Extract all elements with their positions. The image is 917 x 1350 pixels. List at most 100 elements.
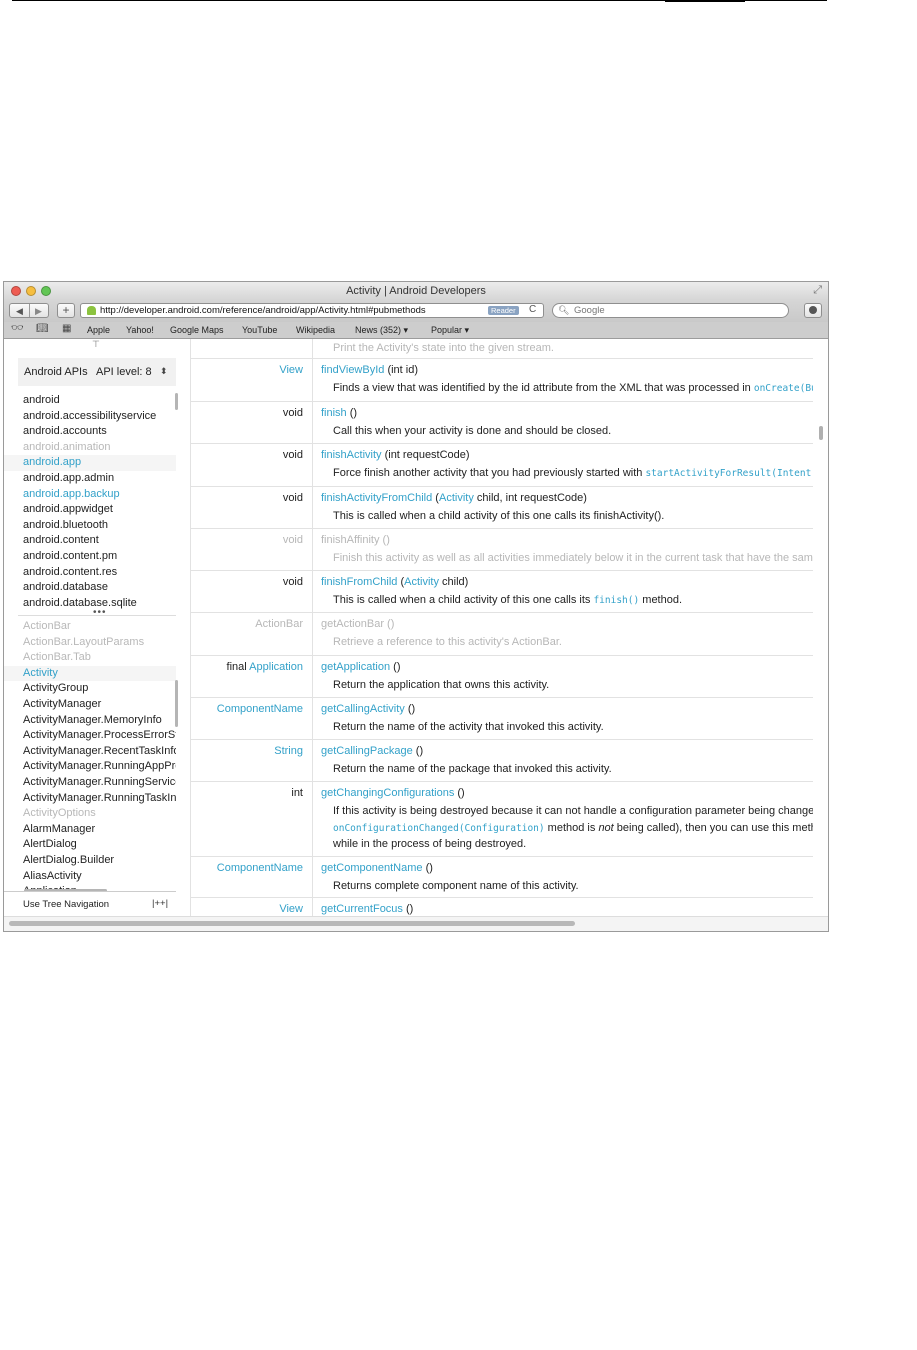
- class-list-item[interactable]: AlarmManager: [4, 822, 176, 838]
- column-divider: [312, 359, 313, 401]
- downloads-button[interactable]: [804, 303, 822, 318]
- doc-link[interactable]: Activity: [439, 492, 474, 504]
- method-description: This is called when a child activity of …: [333, 594, 682, 606]
- package-list-item[interactable]: android.database.sqlite: [4, 596, 176, 611]
- doc-link[interactable]: Application: [249, 661, 303, 673]
- column-divider: [312, 571, 313, 612]
- class-list-scrollbar[interactable]: [175, 680, 178, 727]
- class-list-item[interactable]: ActivityManager: [4, 697, 176, 713]
- doc-text: (): [379, 534, 390, 546]
- doc-link[interactable]: Activity: [404, 576, 439, 588]
- bookmark-item[interactable]: Yahoo!: [126, 325, 154, 335]
- doc-link[interactable]: getActionBar: [321, 618, 384, 630]
- package-list-item[interactable]: android.app.backup: [4, 487, 176, 503]
- doc-link[interactable]: getComponentName: [321, 862, 423, 874]
- method-row: void finishFromChild (Activity child) This…: [191, 571, 813, 613]
- doc-link[interactable]: ActionBar: [255, 618, 303, 630]
- url-text[interactable]: http://developer.android.com/reference/a…: [100, 305, 460, 316]
- doc-link[interactable]: onCreate(Bundle): [754, 383, 813, 394]
- android-favicon-icon: [87, 306, 96, 315]
- doc-link[interactable]: String: [274, 745, 303, 757]
- package-list-item[interactable]: android.app.admin: [4, 471, 176, 487]
- bookmark-item[interactable]: Google Maps: [170, 325, 224, 335]
- doc-link[interactable]: finish(): [593, 595, 639, 606]
- updown-arrows-icon[interactable]: ⬍: [160, 366, 168, 377]
- expand-sidebar-toggle[interactable]: |++|: [152, 898, 168, 909]
- resize-handle-icon[interactable]: ⊤: [92, 339, 100, 350]
- top-sites-grid-icon[interactable]: ▦: [62, 323, 71, 334]
- content-scrollbar[interactable]: [819, 426, 823, 440]
- bookmarks-book-icon[interactable]: 📖︎: [36, 323, 49, 334]
- doc-link[interactable]: finishActivityFromChild: [321, 492, 432, 504]
- method-description: Finds a view that was identified by the …: [333, 382, 813, 394]
- bookmark-item[interactable]: YouTube: [242, 325, 277, 335]
- method-row: int getChangingConfigurations () If this a…: [191, 782, 813, 857]
- package-list-item[interactable]: android.app: [4, 455, 176, 471]
- class-list-item[interactable]: ActivityManager.MemoryInfo: [4, 713, 176, 729]
- package-list-item[interactable]: android.animation: [4, 440, 176, 456]
- bookmark-item[interactable]: News (352) ▾: [355, 325, 408, 336]
- class-list-item[interactable]: ActivityManager.RunningAppProcessInfo: [4, 759, 176, 775]
- doc-link[interactable]: getChangingConfigurations: [321, 787, 454, 799]
- class-list-item[interactable]: ActivityManager.RecentTaskInfo: [4, 744, 176, 760]
- bookmark-item[interactable]: Popular ▾: [431, 325, 469, 336]
- reload-icon[interactable]: C: [529, 304, 536, 315]
- class-list-item[interactable]: ActivityManager.RunningServiceInfo: [4, 775, 176, 791]
- bookmark-item[interactable]: Wikipedia: [296, 325, 335, 335]
- api-level-value[interactable]: API level: 8: [96, 366, 152, 378]
- add-bookmark-button[interactable]: +: [57, 303, 75, 318]
- class-list-item[interactable]: ActivityManager.RunningTaskInfo: [4, 791, 176, 807]
- search-field[interactable]: 🔍︎ Google: [552, 303, 789, 318]
- package-list-item[interactable]: android.appwidget: [4, 502, 176, 518]
- doc-text: (): [454, 787, 465, 799]
- package-list-scrollbar[interactable]: [175, 393, 178, 410]
- class-list-item[interactable]: AlertDialog: [4, 837, 176, 853]
- doc-text: If this activity is being destroyed beca…: [333, 805, 813, 817]
- class-list-item[interactable]: ActivityGroup: [4, 681, 176, 697]
- doc-link[interactable]: finishFromChild: [321, 576, 397, 588]
- class-list-item[interactable]: ActionBar: [4, 619, 176, 635]
- class-list-item[interactable]: ActionBar.Tab: [4, 650, 176, 666]
- doc-link[interactable]: View: [279, 364, 303, 376]
- doc-link[interactable]: ComponentName: [217, 862, 303, 874]
- forward-arrow-icon[interactable]: ▶: [35, 304, 42, 318]
- package-list-item[interactable]: android: [4, 393, 176, 409]
- package-list-item[interactable]: android.content.res: [4, 565, 176, 581]
- back-arrow-icon[interactable]: ◀: [16, 304, 23, 318]
- doc-link[interactable]: finishAffinity: [321, 534, 380, 546]
- doc-link[interactable]: startActivityForResult(Intent, int): [645, 468, 813, 479]
- doc-link[interactable]: getCallingActivity: [321, 703, 405, 715]
- doc-link[interactable]: finish: [321, 407, 347, 419]
- reading-list-icon[interactable]: 👓︎: [11, 323, 24, 334]
- doc-link[interactable]: getCallingPackage: [321, 745, 413, 757]
- doc-link[interactable]: View: [279, 903, 303, 915]
- package-list-item[interactable]: android.bluetooth: [4, 518, 176, 534]
- fullscreen-icon[interactable]: ⤢: [813, 284, 822, 297]
- doc-link[interactable]: ComponentName: [217, 703, 303, 715]
- package-list-item[interactable]: android.content.pm: [4, 549, 176, 565]
- class-list-item[interactable]: ActivityManager.ProcessErrorStateInfo: [4, 728, 176, 744]
- class-list-item[interactable]: AlertDialog.Builder: [4, 853, 176, 869]
- api-level-selector[interactable]: Android APIs API level: 8 ⬍: [18, 358, 176, 386]
- use-tree-navigation-link[interactable]: Use Tree Navigation: [23, 899, 109, 910]
- class-list-item[interactable]: ActionBar.LayoutParams: [4, 635, 176, 651]
- doc-link[interactable]: findViewById: [321, 364, 384, 376]
- class-list-item[interactable]: AliasActivity: [4, 869, 176, 885]
- package-list-item[interactable]: android.database: [4, 580, 176, 596]
- package-list-item[interactable]: android.accounts: [4, 424, 176, 440]
- reader-button[interactable]: Reader: [488, 306, 519, 315]
- bookmark-item[interactable]: Apple: [87, 325, 110, 335]
- split-handle-icon[interactable]: •••: [93, 607, 107, 618]
- package-list-item[interactable]: android.content: [4, 533, 176, 549]
- package-list-item[interactable]: android.accessibilityservice: [4, 409, 176, 425]
- class-list-item[interactable]: Activity: [4, 665, 176, 682]
- doc-link[interactable]: getApplication: [321, 661, 390, 673]
- doc-link[interactable]: onConfigurationChanged(Configuration): [333, 823, 545, 834]
- class-list-item[interactable]: ActivityOptions: [4, 806, 176, 822]
- doc-link[interactable]: finishActivity: [321, 449, 382, 461]
- method-description: Returns complete component name of this …: [333, 880, 579, 892]
- horizontal-scroll-thumb[interactable]: [9, 921, 575, 926]
- address-bar[interactable]: http://developer.android.com/reference/a…: [80, 303, 544, 318]
- horizontal-scrollbar[interactable]: [4, 916, 828, 931]
- doc-link[interactable]: getCurrentFocus: [321, 903, 403, 915]
